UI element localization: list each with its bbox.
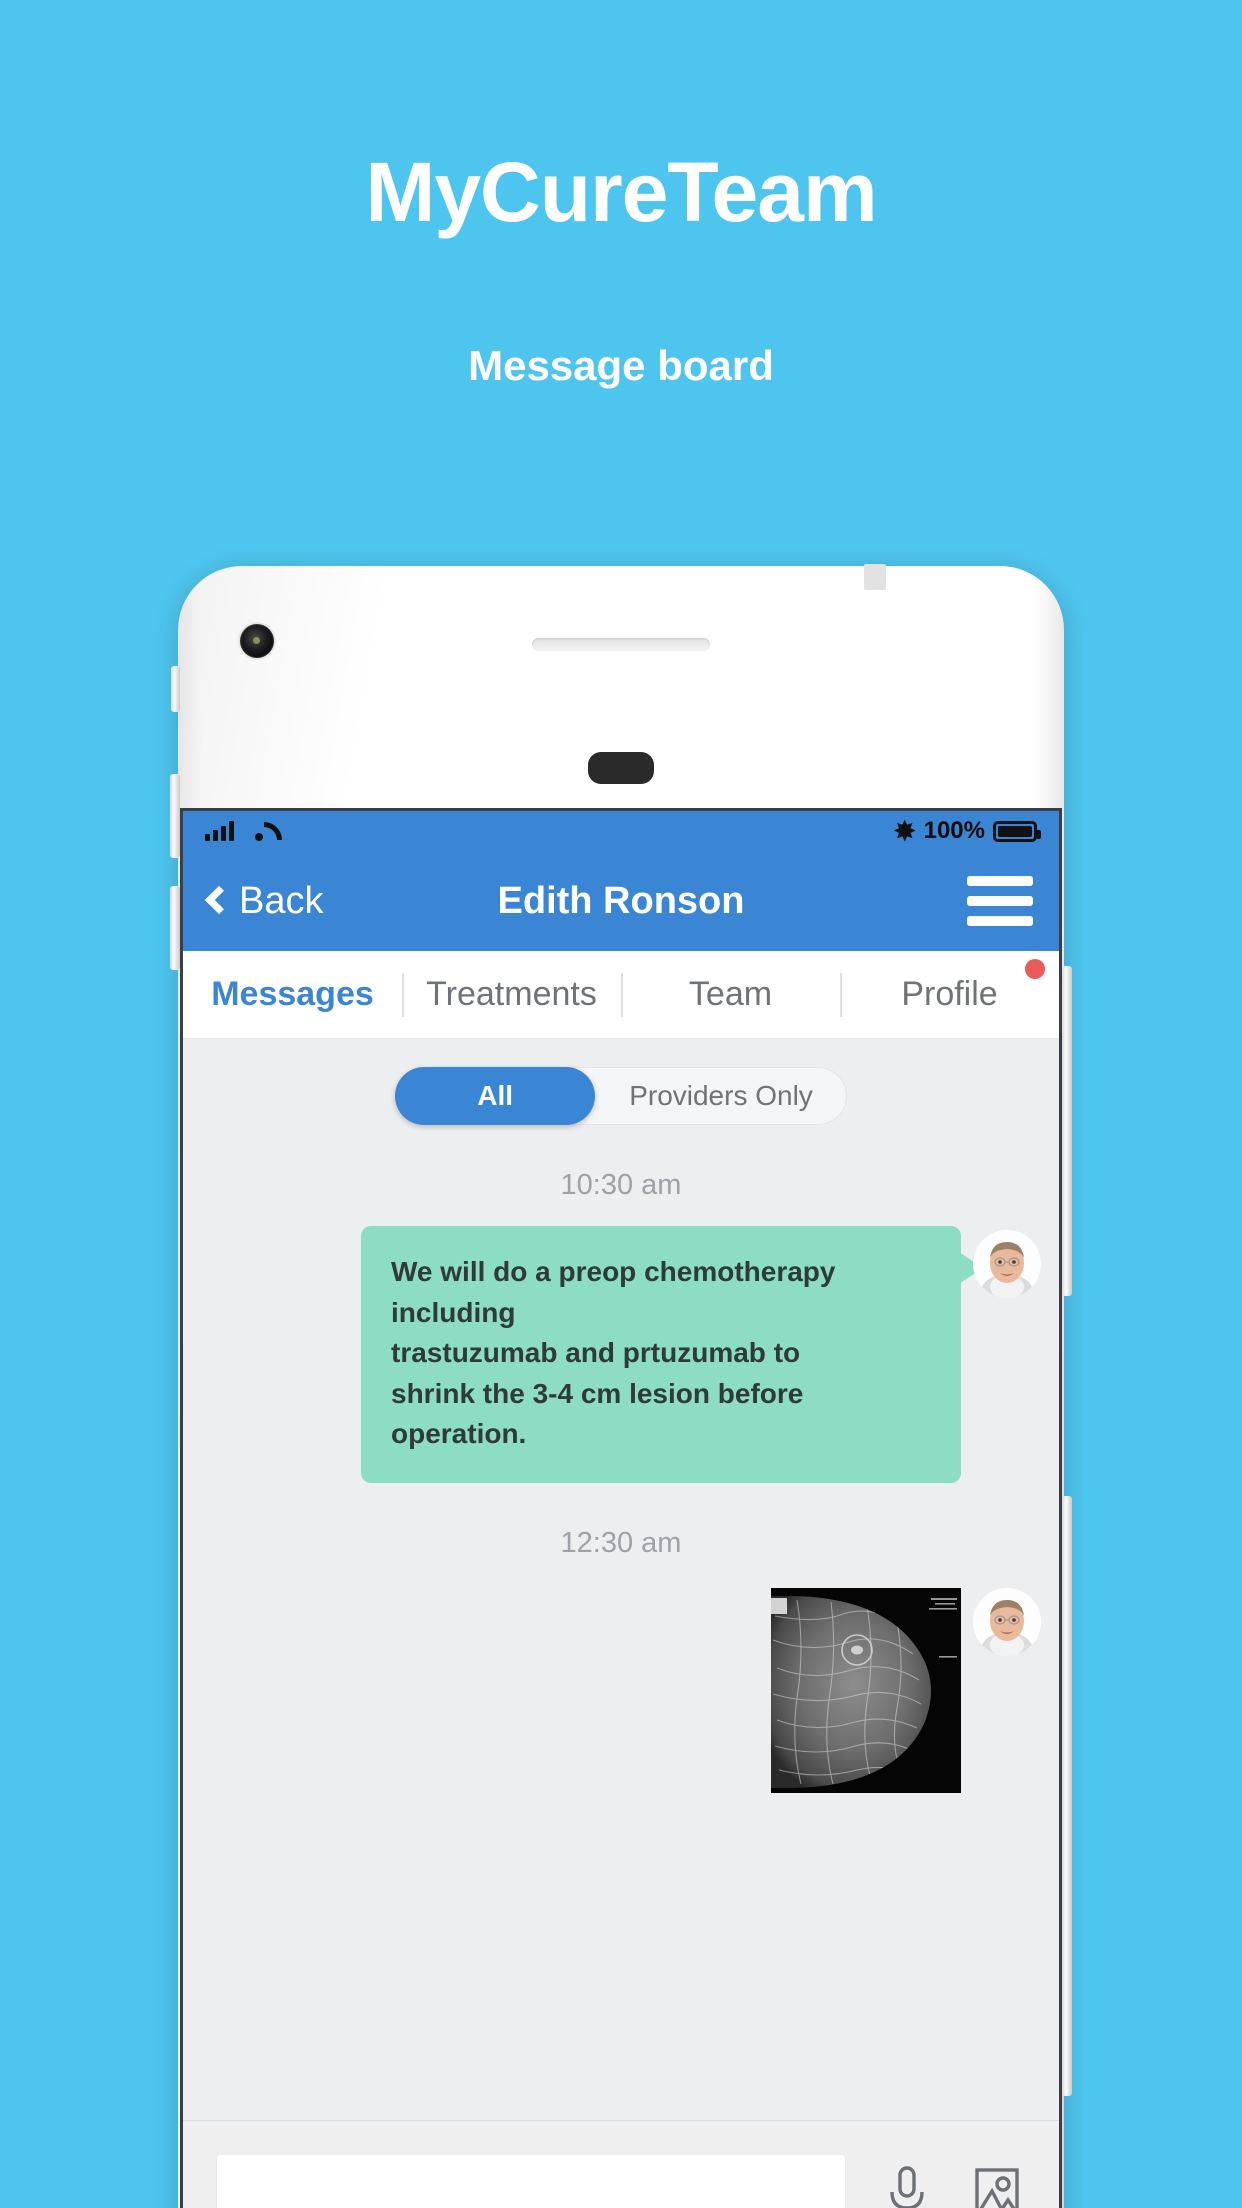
tab-messages[interactable]: Messages	[183, 975, 402, 1014]
earpiece-speaker-icon	[532, 638, 710, 651]
tab-team-label: Team	[688, 975, 773, 1013]
tab-treatments-label: Treatments	[426, 975, 597, 1013]
antenna-band	[864, 564, 886, 590]
message-input[interactable]	[217, 2154, 845, 2208]
status-bar: ✸ 100%	[183, 811, 1059, 851]
filter-row: All Providers Only	[183, 1067, 1059, 1125]
hamburger-menu-icon[interactable]	[967, 876, 1033, 926]
side-button-lower[interactable]	[1062, 1496, 1072, 2096]
message-composer	[183, 2120, 1059, 2208]
message-bubble-text[interactable]: We will do a preop chemotherapy includin…	[361, 1226, 983, 1483]
back-button-label: Back	[239, 879, 324, 922]
home-button-sensor-icon	[588, 752, 654, 784]
page-subtitle: Message board	[468, 342, 774, 389]
doctor-avatar[interactable]	[973, 1230, 1041, 1298]
battery-full-icon	[993, 820, 1041, 842]
image-attachment-icon[interactable]	[969, 2160, 1025, 2208]
phone-mockup: ✸ 100% Back Edith Ronson Messages Treatm…	[170, 564, 1072, 2208]
message-line-2: trastuzumab and prtuzumab to	[391, 1337, 801, 1369]
chat-thread: All Providers Only 10:30 am We will do a…	[183, 1039, 1059, 2120]
power-button[interactable]	[1062, 966, 1072, 1296]
message-row	[183, 1584, 1059, 1793]
microphone-icon[interactable]	[879, 2160, 935, 2208]
message-timestamp: 10:30 am	[560, 1169, 682, 1201]
message-row: We will do a preop chemotherapy includin…	[183, 1226, 1059, 1483]
doctor-avatar[interactable]	[973, 1587, 1041, 1656]
volume-up-button[interactable]	[170, 774, 180, 858]
nav-bar: Back Edith Ronson	[183, 851, 1059, 951]
mammogram-xray-image[interactable]	[771, 1587, 961, 1793]
chevron-left-icon	[204, 885, 234, 915]
tab-team[interactable]: Team	[621, 975, 840, 1014]
message-timestamp: 12:30 am	[560, 1526, 682, 1559]
message-line-1: We will do a preop chemotherapy includin…	[391, 1256, 836, 1328]
phone-screen: ✸ 100% Back Edith Ronson Messages Treatm…	[180, 808, 1062, 2208]
tab-messages-label: Messages	[211, 975, 374, 1013]
bluetooth-icon: ✸	[893, 816, 916, 846]
tab-bar: Messages Treatments Team Profile	[183, 951, 1059, 1039]
filter-option-providers-only[interactable]: Providers Only	[595, 1067, 847, 1125]
tab-profile-label: Profile	[901, 975, 998, 1013]
mute-switch[interactable]	[171, 666, 180, 712]
message-bubble-image[interactable]	[771, 1587, 961, 1793]
front-camera-icon	[240, 624, 274, 658]
tab-treatments[interactable]: Treatments	[402, 975, 621, 1014]
filter-option-all[interactable]: All	[395, 1067, 596, 1125]
cellular-signal-icon	[205, 821, 234, 841]
message-line-3: shrink the 3-4 cm lesion before operatio…	[391, 1377, 804, 1450]
battery-percent-label: 100%	[923, 817, 985, 844]
back-button[interactable]: Back	[204, 879, 324, 923]
tab-profile[interactable]: Profile	[840, 959, 1059, 1014]
audience-filter-segmented-control: All Providers Only	[395, 1067, 847, 1125]
page-title: MyCureTeam	[365, 145, 877, 239]
volume-down-button[interactable]	[170, 886, 180, 970]
wifi-icon	[246, 821, 272, 841]
notification-badge-dot	[1025, 959, 1045, 979]
